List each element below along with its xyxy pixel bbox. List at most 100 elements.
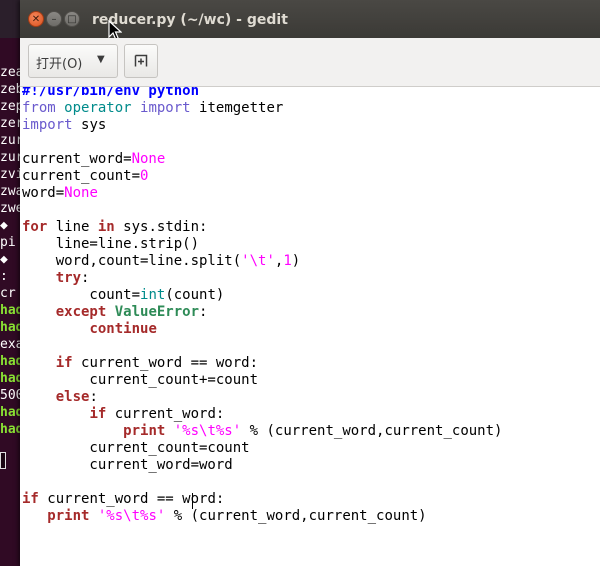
code-token: 1 <box>283 253 292 269</box>
terminal-line: zea <box>0 65 20 80</box>
terminal-line: zvi <box>0 167 20 182</box>
code-token: else <box>55 389 90 405</box>
code-line: ​ <box>22 134 502 151</box>
minimize-icon: – <box>51 14 57 25</box>
text-editor[interactable]: #!/usr/bin/env python from operator impor… <box>20 87 600 566</box>
code-token: current_word=word <box>22 457 233 473</box>
code-line: try: <box>22 270 502 287</box>
code-token: sys.stdin: <box>123 219 208 235</box>
code-token: in <box>97 219 124 235</box>
code-line: for line in sys.stdin: <box>22 219 502 236</box>
code-line: print '%s\t%s' % (current_word,current_c… <box>22 508 502 525</box>
terminal-line: had <box>0 354 20 369</box>
terminal-line: ◆ <box>0 218 8 233</box>
terminal-line: zeb <box>0 82 20 97</box>
terminal-line: had <box>0 405 20 420</box>
code-token: None <box>131 151 166 167</box>
background-terminal: zea zeb zep zer zur zur zvi zwa zwe ◆ pi ◆: cr had had… <box>0 38 20 566</box>
code-line: continue <box>22 321 502 338</box>
close-icon: ✕ <box>31 14 41 25</box>
code-line: from operator import itemgetter <box>22 100 502 117</box>
code-token: current_word == word: <box>47 491 225 507</box>
minimize-button[interactable]: – <box>46 11 62 27</box>
code-token: line=line.strip() <box>22 236 200 252</box>
code-token: try <box>55 270 82 286</box>
terminal-line: zwe <box>0 201 20 216</box>
code-token: : <box>89 389 98 405</box>
maximize-icon: □ <box>67 14 77 25</box>
code-line: current_word=word <box>22 457 502 474</box>
terminal-cursor <box>0 452 6 469</box>
code-line: count=int(count) <box>22 287 502 304</box>
terminal-line: zur <box>0 133 20 148</box>
code-token: itemgetter <box>199 100 284 116</box>
code-line: import sys <box>22 117 502 134</box>
code-token: ) <box>291 253 301 269</box>
maximize-button[interactable]: □ <box>64 11 80 27</box>
open-button-label: 打开(O) <box>36 57 83 72</box>
terminal-line: had <box>0 422 20 437</box>
code-token: #!/usr/bin/env python <box>22 87 200 99</box>
code-token: if <box>55 355 82 371</box>
code-token: 0 <box>140 168 149 184</box>
code-line: line=line.strip() <box>22 236 502 253</box>
code-line: #!/usr/bin/env python <box>22 87 502 100</box>
code-line: current_count+=count <box>22 372 502 389</box>
code-line: word,count=line.split('\t',1) <box>22 253 502 270</box>
code-token: word= <box>22 185 65 201</box>
terminal-line: cr <box>0 286 16 301</box>
code-token: '%s\t%s' <box>173 423 242 439</box>
code-token: : <box>81 270 90 286</box>
code-token: except <box>55 304 115 320</box>
code-line: if current_word == word: <box>22 491 502 508</box>
code-token: current_word= <box>22 151 132 167</box>
code-token: import <box>22 117 82 133</box>
open-button[interactable]: 打开(O) ▼ <box>28 44 118 78</box>
code-line: ​ <box>22 202 502 219</box>
code-token: current_word: <box>114 406 225 422</box>
terminal-line: had <box>0 371 20 386</box>
close-button[interactable]: ✕ <box>28 11 44 27</box>
code-line: current_word=None <box>22 151 502 168</box>
title-bar[interactable]: ✕ – □ reducer.py (~/wc) - gedit <box>20 0 600 41</box>
code-line: ​ <box>22 474 502 491</box>
code-token: '\t' <box>241 253 275 269</box>
new-document-button[interactable] <box>124 44 158 78</box>
code-token: print <box>123 423 174 439</box>
code-line: current_count=0 <box>22 168 502 185</box>
code-token: % (current_word,current_count) <box>165 508 427 524</box>
code-area[interactable]: #!/usr/bin/env python from operator impor… <box>22 87 502 525</box>
new-document-icon <box>134 54 148 67</box>
terminal-line: exa <box>0 337 20 352</box>
terminal-line: pi <box>0 235 16 250</box>
terminal-line: zur <box>0 150 20 165</box>
code-token: current_count= <box>22 168 141 184</box>
code-line: if current_word == word: <box>22 355 502 372</box>
code-line: current_count=count <box>22 440 502 457</box>
code-token: int <box>140 287 166 303</box>
code-token: import <box>140 100 200 116</box>
code-token: operator <box>64 100 141 116</box>
code-line: word=None <box>22 185 502 202</box>
code-token: % (current_word,current_count) <box>241 423 503 439</box>
code-token: if <box>89 406 115 422</box>
chevron-down-icon: ▼ <box>97 54 105 65</box>
code-token: current_word == word: <box>81 355 259 371</box>
code-line: if current_word: <box>22 406 502 423</box>
terminal-line: zer <box>0 116 20 131</box>
code-line: print '%s\t%s' % (current_word,current_c… <box>22 423 502 440</box>
terminal-line: : <box>0 269 8 284</box>
code-token: ValueError <box>114 304 200 320</box>
code-line: ​ <box>22 338 502 355</box>
code-token: word,count=line.split( <box>22 253 242 269</box>
code-token: : <box>199 304 208 320</box>
code-token: from <box>22 100 65 116</box>
terminal-line: zwa <box>0 184 20 199</box>
terminal-line: zep <box>0 99 20 114</box>
